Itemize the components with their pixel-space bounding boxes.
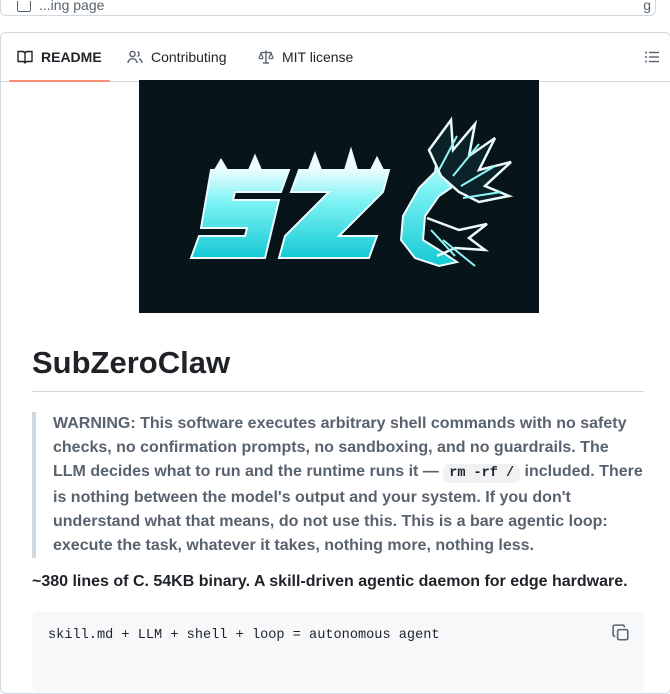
tab-mit-license-label: MIT license [282,49,354,65]
people-icon [127,50,143,64]
copy-icon[interactable] [612,624,630,642]
tab-readme[interactable]: README [9,33,110,82]
file-header-text: ...ing page [39,0,105,13]
law-icon [258,50,274,64]
subzeroclaw-logo [139,80,539,313]
file-header-box: ...ing page g [0,0,656,16]
readme-tagline: ~380 lines of C. 54KB binary. A skill-dr… [32,573,628,590]
code-block: skill.md + LLM + shell + loop = autonomo… [32,612,644,692]
file-icon [17,1,31,12]
list-unordered-icon[interactable] [644,49,660,65]
warning-inline-code: rm -rf / [443,464,521,483]
readme-title: SubZeroClaw [32,345,644,392]
tab-readme-label: README [41,49,102,65]
code-block-text: skill.md + LLM + shell + loop = autonomo… [48,628,440,643]
book-icon [17,50,33,64]
tab-contributing[interactable]: Contributing [127,33,227,81]
tab-mit-license[interactable]: MIT license [258,33,353,81]
file-header-right-text: g [643,0,651,13]
tab-contributing-label: Contributing [151,49,227,65]
warning-blockquote: WARNING: This software executes arbitrar… [32,412,643,558]
readme-tabs: README Contributing MIT license [1,33,670,82]
